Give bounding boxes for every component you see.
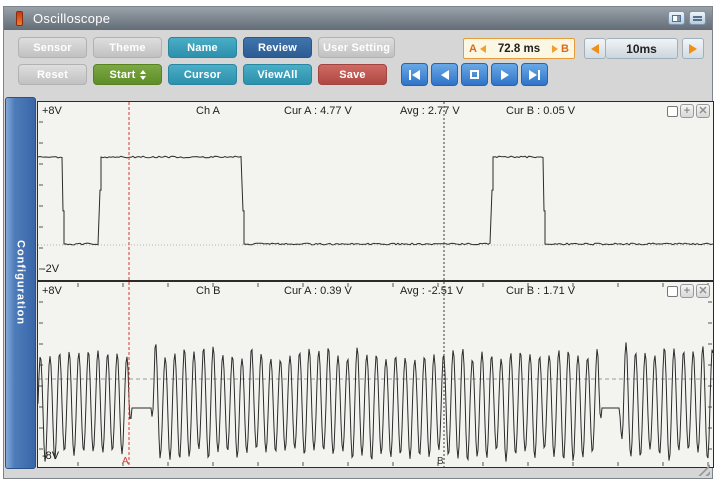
channel-b-cursor-a-reading: Cur A : 0.39 V xyxy=(284,285,352,297)
channel-b-add-button[interactable]: + xyxy=(680,284,694,298)
range-right-arrow-icon[interactable] xyxy=(552,45,558,53)
channel-b-top-scale: +8V xyxy=(42,285,62,297)
cursor-a-marker[interactable]: A xyxy=(122,456,129,467)
window-title: Oscilloscope xyxy=(33,11,110,26)
channel-a-add-button[interactable]: + xyxy=(680,104,694,118)
plus-icon: + xyxy=(684,106,690,117)
user-setting-button[interactable]: User Setting xyxy=(318,37,395,58)
channel-a-controls: + ✕ xyxy=(667,104,710,118)
channel-a-close-button[interactable]: ✕ xyxy=(696,104,710,118)
channel-b-cursor-b-reading: Cur B : 1.71 V xyxy=(506,285,575,297)
play-button[interactable] xyxy=(491,63,518,86)
window-rows-icon xyxy=(693,16,702,21)
title-bar[interactable]: Oscilloscope xyxy=(4,7,712,30)
scope-area: +8V Ch A Cur A : 4.77 V Avg : 2.77 V Cur… xyxy=(37,101,714,468)
theme-button[interactable]: Theme xyxy=(93,37,162,58)
app-icon xyxy=(16,11,23,26)
channel-b-close-button[interactable]: ✕ xyxy=(696,284,710,298)
channel-b-avg-reading: Avg : -2.51 V xyxy=(400,285,463,297)
waveform-path xyxy=(38,342,713,461)
timebase-control: 10ms xyxy=(584,38,704,59)
step-back-icon xyxy=(441,70,449,80)
start-button[interactable]: Start xyxy=(93,64,162,85)
skip-to-start-button[interactable] xyxy=(401,63,428,86)
channel-b-title: Ch B xyxy=(196,285,220,297)
layout-button[interactable] xyxy=(668,11,685,25)
reset-button[interactable]: Reset xyxy=(18,64,87,85)
waveform-path xyxy=(38,156,713,245)
channel-b-controls: + ✕ xyxy=(667,284,710,298)
play-icon xyxy=(501,70,509,80)
range-left-arrow-icon[interactable] xyxy=(480,45,486,53)
channel-a-panel: +8V Ch A Cur A : 4.77 V Avg : 2.77 V Cur… xyxy=(37,101,714,281)
window-layout-icon xyxy=(672,15,681,22)
channel-b-bottom-scale: -8V xyxy=(42,450,59,462)
channel-a-cursor-b-reading: Cur B : 0.05 V xyxy=(506,105,575,117)
review-button[interactable]: Review xyxy=(243,37,312,58)
stop-button[interactable] xyxy=(461,63,488,86)
sensor-button[interactable]: Sensor xyxy=(18,37,87,58)
close-icon: ✕ xyxy=(698,286,707,297)
channel-a-avg-reading: Avg : 2.77 V xyxy=(400,105,460,117)
channel-a-title: Ch A xyxy=(196,105,220,117)
skip-to-end-button[interactable] xyxy=(521,63,548,86)
range-value: 72.8 ms xyxy=(489,43,549,55)
cursor-b-marker[interactable]: B xyxy=(437,456,444,467)
name-button[interactable]: Name xyxy=(168,37,237,58)
start-spinner-icon xyxy=(140,70,146,80)
media-transport xyxy=(401,63,548,86)
toolbar: Sensor Theme Name Review User Setting Re… xyxy=(4,30,712,97)
skip-start-icon xyxy=(409,70,411,80)
save-button[interactable]: Save xyxy=(318,64,387,85)
timebase-value: 10ms xyxy=(606,38,678,59)
plus-icon: + xyxy=(684,286,690,297)
timebase-increase-button[interactable] xyxy=(682,38,704,59)
channel-b-checkbox[interactable] xyxy=(667,286,678,297)
step-back-button[interactable] xyxy=(431,63,458,86)
cursor-button[interactable]: Cursor xyxy=(168,64,237,85)
stop-icon xyxy=(470,70,479,79)
cursor-b-label: B xyxy=(561,43,569,55)
timebase-decrease-button[interactable] xyxy=(584,38,606,59)
oscilloscope-window: Oscilloscope Sensor Theme Name Review Us… xyxy=(3,6,713,479)
left-arrow-icon xyxy=(591,44,599,54)
channel-a-top-scale: +8V xyxy=(42,105,62,117)
close-icon: ✕ xyxy=(698,106,707,117)
toolbar-row-2: Reset Start Cursor ViewAll Save xyxy=(18,63,712,86)
right-arrow-icon xyxy=(689,44,697,54)
channel-b-panel: AB +8V Ch B Cur A : 0.39 V Avg : -2.51 V… xyxy=(37,281,714,468)
channel-a-plot xyxy=(38,102,713,280)
skip-end-icon xyxy=(529,70,537,80)
channel-a-bottom-scale: -2V xyxy=(42,263,59,275)
viewall-button[interactable]: ViewAll xyxy=(243,64,312,85)
configuration-tab-label: Configuration xyxy=(15,240,27,325)
configuration-tab[interactable]: Configuration xyxy=(5,97,36,469)
rows-button[interactable] xyxy=(689,11,706,25)
channel-a-checkbox[interactable] xyxy=(667,106,678,117)
screen: Oscilloscope Sensor Theme Name Review Us… xyxy=(0,0,717,486)
channel-a-cursor-a-reading: Cur A : 4.77 V xyxy=(284,105,352,117)
cursor-a-label: A xyxy=(469,43,477,55)
channel-b-plot: AB xyxy=(38,282,713,467)
time-controls: A 72.8 ms B 10ms xyxy=(463,38,704,59)
cursor-range-readout: A 72.8 ms B xyxy=(463,38,575,59)
